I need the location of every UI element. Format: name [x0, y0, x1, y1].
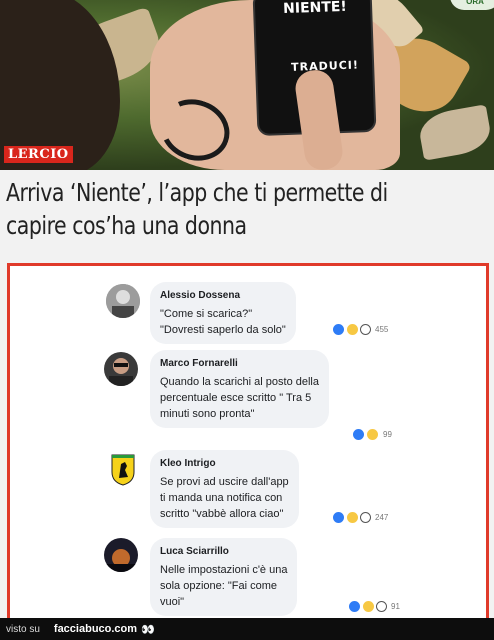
like-reaction-icon: [332, 323, 345, 336]
comment-text-line: percentuale esce scritto " Tra 5: [160, 392, 312, 404]
reaction-count: 247: [375, 513, 389, 522]
commenter-name[interactable]: Marco Fornarelli: [160, 356, 319, 372]
comment-text-line: Se provi ad uscire dall'app: [160, 476, 289, 488]
reaction-count: 455: [375, 325, 389, 334]
like-reaction-icon: [332, 511, 345, 524]
headline-line-1: Arriva ‘Niente’, l’app che ti permette d…: [6, 178, 388, 207]
commenter-name[interactable]: Luca Sciarrillo: [160, 544, 287, 560]
reaction-count: 99: [383, 430, 392, 439]
comment-text-line: vuoi": [160, 596, 185, 608]
wow-reaction-icon: [360, 512, 371, 523]
avatar[interactable]: [104, 538, 138, 572]
reactions-summary[interactable]: 99: [352, 428, 392, 441]
footer-bar: visto su facciabuco.com 👀: [0, 618, 494, 640]
corner-badge: ORA: [450, 0, 494, 10]
wow-reaction-icon: [360, 324, 371, 335]
haha-reaction-icon: [346, 323, 359, 336]
visto-su-label: visto su: [6, 623, 40, 635]
article-headline: Arriva ‘Niente’, l’app che ti permette d…: [6, 176, 490, 242]
reactions-summary[interactable]: 455: [332, 323, 388, 336]
avatar[interactable]: [106, 284, 140, 318]
reactions-summary[interactable]: 91: [348, 600, 400, 613]
site-link[interactable]: facciabuco.com: [54, 623, 137, 635]
wow-reaction-icon: [376, 601, 387, 612]
comments-card: Alessio Dossena "Come si scarica?" "Dovr…: [7, 263, 489, 621]
comment-bubble: Luca Sciarrillo Nelle impostazioni c'è u…: [150, 538, 298, 616]
comment-text-line: Quando la scarichi al posto della: [160, 376, 319, 388]
comment-text-line: Nelle impostazioni c'è una: [160, 564, 288, 576]
avatar[interactable]: [104, 352, 138, 386]
phone-title-text: NIENTE!: [282, 0, 348, 18]
avatar[interactable]: [106, 452, 140, 486]
haha-reaction-icon: [366, 428, 379, 441]
comment-text-line: "Dovresti saperlo da solo": [160, 324, 286, 336]
haha-reaction-icon: [346, 511, 359, 524]
comment-text-line: "Come si scarica?": [160, 308, 253, 320]
like-reaction-icon: [352, 428, 365, 441]
like-reaction-icon: [348, 600, 361, 613]
header-photo: NIENTE! TRADUCI! ORA LERCIO: [0, 0, 494, 170]
commenter-name[interactable]: Alessio Dossena: [160, 288, 286, 304]
phone-translate-button-text: TRADUCI!: [290, 58, 360, 74]
avatar-photo-icon: [106, 284, 140, 318]
reaction-count: 91: [391, 602, 400, 611]
avatar-photo-icon: [104, 352, 138, 386]
leaf: [416, 104, 494, 161]
comment-bubble: Alessio Dossena "Come si scarica?" "Dovr…: [150, 282, 296, 344]
avatar-photo-icon: [104, 538, 138, 572]
comment-bubble: Kleo Intrigo Se provi ad uscire dall'app…: [150, 450, 299, 528]
commenter-name[interactable]: Kleo Intrigo: [160, 456, 289, 472]
headline-line-2: capire cos’ha una donna: [6, 211, 247, 240]
lercio-logo: LERCIO: [4, 146, 73, 163]
comment-text-line: scritto "vabbè allora ciao": [160, 508, 284, 520]
reactions-summary[interactable]: 247: [332, 511, 388, 524]
comment-text-line: sola opzione: "Fai come: [160, 580, 278, 592]
comment-bubble: Marco Fornarelli Quando la scarichi al p…: [150, 350, 329, 428]
comment-text-line: ti manda una notifica con: [160, 492, 283, 504]
comment-text-line: minuti sono pronta": [160, 408, 255, 420]
ferrari-shield-icon: [111, 454, 135, 486]
haha-reaction-icon: [362, 600, 375, 613]
eyes-icon: 👀: [141, 623, 155, 636]
